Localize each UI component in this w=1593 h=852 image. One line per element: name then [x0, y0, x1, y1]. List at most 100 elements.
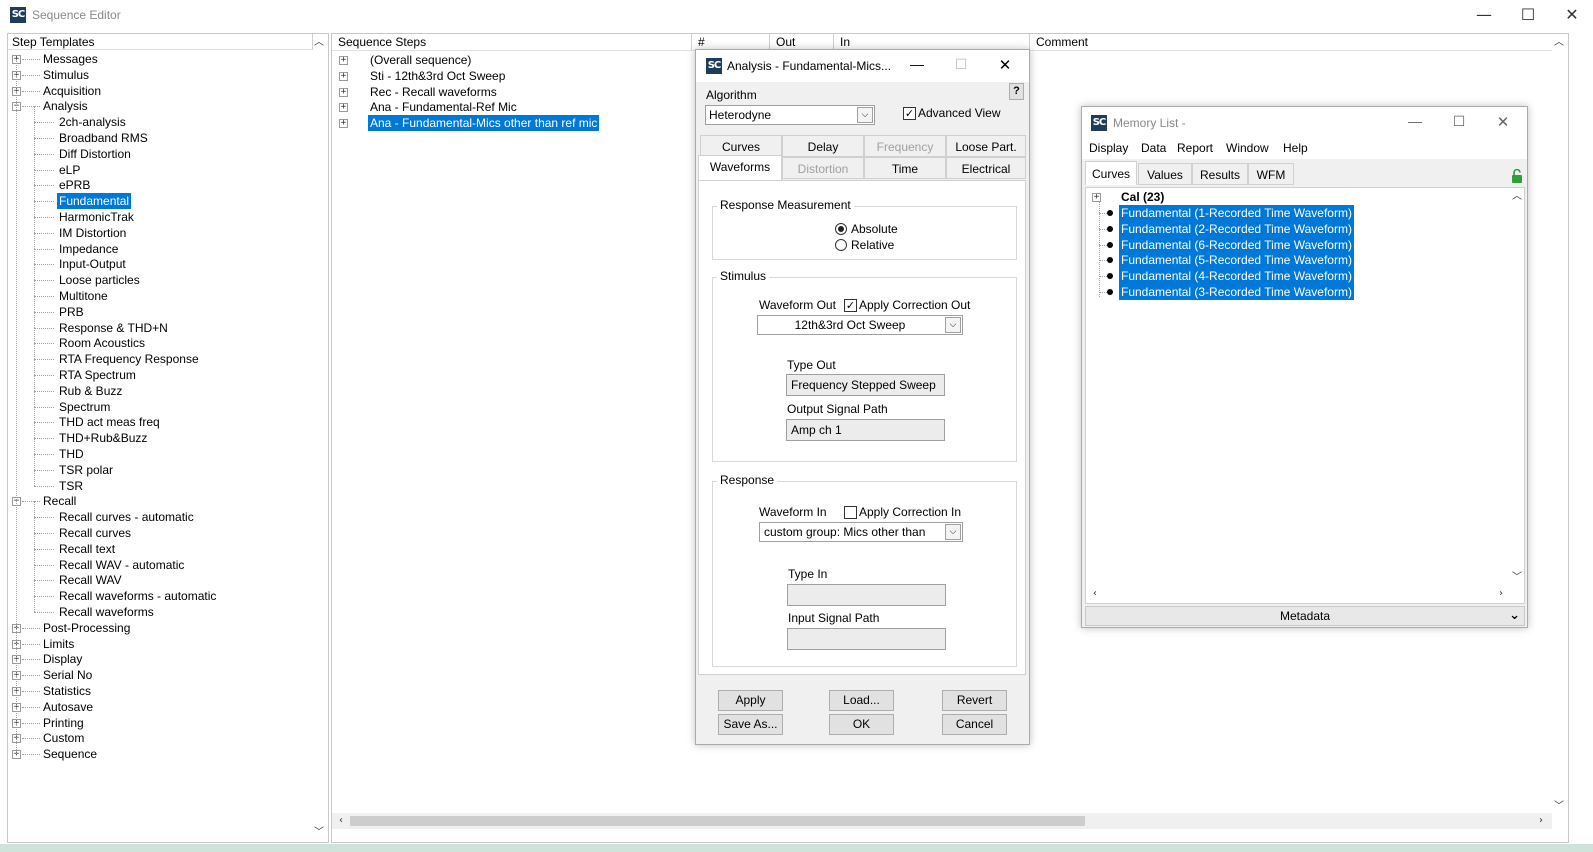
memory-curve-row[interactable]: Fundamental (2-Recorded Time Waveform) — [1086, 220, 1486, 237]
expand-icon[interactable]: + — [339, 56, 348, 65]
tree-item-im-distortion[interactable]: IM Distortion — [8, 216, 308, 241]
tree-item-recall-text[interactable]: Recall text — [8, 532, 308, 557]
memory-tab-values[interactable]: Values — [1138, 163, 1192, 185]
expand-icon[interactable]: + — [339, 119, 348, 129]
step-templates-header[interactable]: Step Templates — [8, 34, 313, 50]
memory-curve-row[interactable]: Fundamental (1-Recorded Time Waveform) — [1086, 205, 1486, 221]
tree-item-rta-spectrum[interactable]: RTA Spectrum — [8, 359, 308, 383]
scroll-up-arrow[interactable]: ︿ — [1510, 190, 1524, 204]
waveform-in-combo[interactable]: custom group: Mics other than ⌵ — [759, 522, 963, 542]
tree-group-custom[interactable]: + Custom — [8, 730, 308, 746]
load-button[interactable]: Load... — [829, 690, 894, 711]
tree-item-multitone[interactable]: Multitone — [8, 280, 308, 304]
help-button[interactable]: ? — [1009, 83, 1024, 100]
tree-item-prb[interactable]: PRB — [8, 295, 308, 320]
dialog-minimize-button[interactable]: — — [902, 56, 932, 76]
apply-button[interactable]: Apply — [718, 690, 783, 711]
memory-curve-row[interactable]: Fundamental (3-Recorded Time Waveform) — [1086, 284, 1486, 300]
tab-frequency[interactable]: Frequency — [864, 135, 946, 157]
tree-group-recall[interactable]: − Recall — [8, 493, 308, 509]
algorithm-combo[interactable]: Heterodyne ⌵ — [705, 105, 875, 125]
tree-item-thd-act-meas-freq[interactable]: THD act meas freq — [8, 406, 308, 430]
tree-item-rta-frequency-response[interactable]: RTA Frequency Response — [8, 343, 308, 367]
tree-item-response-thd-n[interactable]: Response & THD+N — [8, 311, 308, 336]
memory-minimize-button[interactable]: — — [1400, 113, 1430, 133]
save-as-button[interactable]: Save As... — [718, 714, 783, 735]
tab-waveforms[interactable]: Waveforms — [698, 155, 782, 181]
tab-electrical[interactable]: Electrical — [946, 157, 1026, 179]
scroll-right-arrow[interactable]: › — [1534, 814, 1548, 828]
unlock-icon[interactable] — [1510, 168, 1524, 183]
tree-item-room-acoustics[interactable]: Room Acoustics — [8, 327, 308, 351]
tree-item-recall-waveforms-automatic[interactable]: Recall waveforms - automatic — [8, 580, 308, 604]
tree-group-acquisition[interactable]: + Acquisition — [8, 83, 308, 99]
tab-loose-part[interactable]: Loose Part. — [946, 135, 1026, 157]
expand-icon[interactable]: + — [339, 103, 348, 113]
scroll-right-arrow[interactable]: › — [1494, 587, 1508, 601]
tree-group-stimulus[interactable]: + Stimulus — [8, 67, 308, 83]
scroll-up-arrow[interactable]: ︿ — [312, 36, 326, 50]
tab-curves[interactable]: Curves — [700, 135, 782, 157]
tree-group-analysis[interactable]: − Analysis — [8, 98, 308, 114]
scroll-down-arrow[interactable]: ﹀ — [1552, 800, 1566, 814]
tree-item-recall-wav[interactable]: Recall WAV — [8, 564, 308, 588]
col-header-number[interactable]: # — [692, 34, 770, 50]
expand-icon[interactable]: + — [339, 71, 348, 81]
tree-group-statistics[interactable]: + Statistics — [8, 683, 308, 699]
tree-group-display[interactable]: + Display — [8, 651, 308, 667]
tree-item-recall-curves[interactable]: Recall curves — [8, 517, 308, 541]
revert-button[interactable]: Revert — [942, 690, 1007, 711]
menu-help[interactable]: Help — [1283, 137, 1308, 159]
tree-item-thd[interactable]: THD — [8, 438, 308, 462]
minimize-button[interactable]: — — [1462, 0, 1506, 30]
tab-time[interactable]: Time — [864, 157, 946, 179]
expand-icon[interactable]: + — [339, 87, 348, 97]
close-button[interactable]: ✕ — [1550, 0, 1593, 30]
tree-item-impedance[interactable]: Impedance — [8, 232, 308, 257]
tree-item-loose-particles[interactable]: Loose particles — [8, 264, 308, 288]
memory-tab-curves[interactable]: Curves — [1085, 161, 1137, 185]
metadata-bar[interactable]: Metadata ⌄ — [1085, 606, 1525, 626]
relative-radio[interactable] — [835, 239, 847, 251]
tree-item-harmonictrak[interactable]: HarmonicTrak — [8, 201, 308, 225]
menu-report[interactable]: Report — [1177, 137, 1213, 159]
tab-distortion[interactable]: Distortion — [782, 157, 864, 179]
horizontal-scrollbar[interactable]: ‹ › — [332, 813, 1552, 829]
scroll-down-arrow[interactable]: ﹀ — [312, 826, 326, 840]
tree-item-recall-wav-automatic[interactable]: Recall WAV - automatic — [8, 548, 308, 573]
tree-group-sequence[interactable]: + Sequence — [8, 746, 308, 762]
memory-tab-results[interactable]: Results — [1192, 163, 1248, 185]
tree-item-spectrum[interactable]: Spectrum — [8, 390, 308, 415]
memory-curve-row[interactable]: Fundamental (5-Recorded Time Waveform) — [1086, 252, 1486, 269]
absolute-radio[interactable] — [835, 223, 847, 235]
tree-item-input-output[interactable]: Input-Output — [8, 248, 308, 272]
tree-item-recall-waveforms[interactable]: Recall waveforms — [8, 596, 308, 620]
ok-button[interactable]: OK — [829, 714, 894, 735]
tree-group-messages[interactable]: + Messages — [8, 51, 308, 67]
tree-item-diff-distortion[interactable]: Diff Distortion — [8, 137, 308, 162]
memory-close-button[interactable]: ✕ — [1488, 113, 1518, 133]
advanced-view-checkbox[interactable]: ✓ — [903, 107, 916, 120]
tree-item-2ch-analysis[interactable]: 2ch-analysis — [8, 106, 308, 130]
col-header-steps[interactable]: Sequence Steps — [332, 34, 692, 50]
tree-item-rub-buzz[interactable]: Rub & Buzz — [8, 374, 308, 399]
tree-group-autosave[interactable]: + Autosave — [8, 699, 308, 715]
tree-item-broadband-rms[interactable]: Broadband RMS — [8, 122, 308, 146]
cancel-button[interactable]: Cancel — [942, 714, 1007, 735]
tree-group-post-processing[interactable]: + Post-Processing — [8, 620, 308, 636]
col-header-in[interactable]: In — [834, 34, 1030, 50]
scroll-down-arrow[interactable]: ﹀ — [1510, 571, 1524, 585]
scroll-up-arrow[interactable]: ︿ — [1552, 36, 1566, 50]
dialog-close-button[interactable]: ✕ — [990, 56, 1020, 76]
memory-maximize-button[interactable]: ☐ — [1444, 113, 1474, 133]
menu-data[interactable]: Data — [1141, 137, 1166, 159]
memory-curve-row[interactable]: Fundamental (4-Recorded Time Waveform) — [1086, 268, 1486, 285]
chevron-down-icon[interactable]: ⌄ — [1509, 607, 1520, 625]
tree-group-serial-no[interactable]: + Serial No — [8, 667, 308, 683]
apply-correction-in-checkbox[interactable] — [844, 506, 857, 519]
waveform-out-combo[interactable]: 12th&3rd Oct Sweep ⌵ — [757, 315, 963, 335]
menu-window[interactable]: Window — [1226, 137, 1269, 159]
expand-icon[interactable]: + — [1092, 193, 1101, 202]
tree-item-tsr[interactable]: TSR — [8, 469, 308, 494]
tree-item-eprb[interactable]: ePRB — [8, 169, 308, 193]
